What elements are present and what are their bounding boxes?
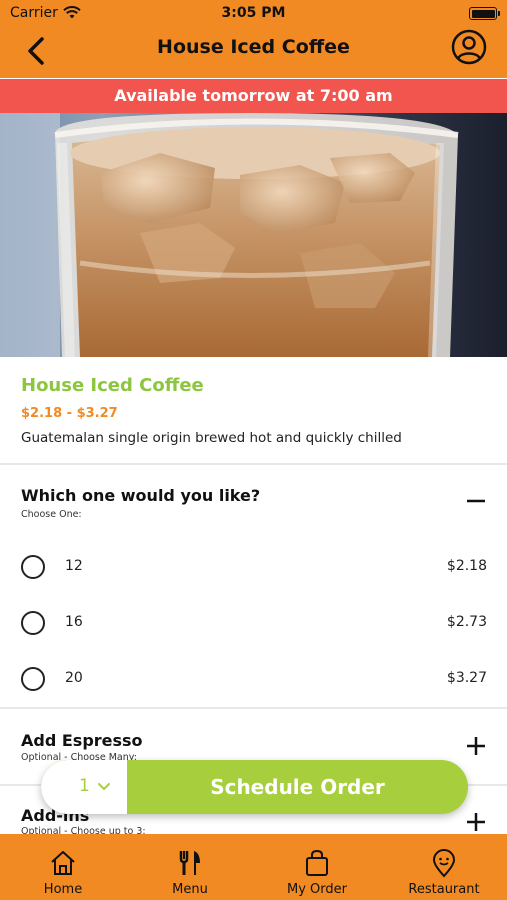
nav-bar: House Iced Coffee — [0, 28, 507, 78]
radio-button[interactable] — [21, 611, 45, 635]
tab-restaurant[interactable]: Restaurant — [381, 834, 507, 900]
tab-label: Restaurant — [408, 882, 480, 897]
schedule-order-button[interactable]: Schedule Order — [127, 775, 468, 799]
product-info: House Iced Coffee $2.18 - $3.27 Guatemal… — [0, 357, 507, 463]
clock: 3:05 PM — [221, 5, 286, 21]
order-bar: 1 Schedule Order — [41, 760, 468, 814]
quantity-value: 1 — [79, 776, 90, 796]
radio-button[interactable] — [21, 555, 45, 579]
location-pin-icon — [432, 849, 456, 878]
page-title: House Iced Coffee — [157, 36, 350, 58]
profile-button[interactable] — [449, 28, 489, 68]
tab-my-order[interactable]: My Order — [254, 834, 380, 900]
status-bar: Carrier 3:05 PM — [0, 0, 507, 28]
quantity-select[interactable]: 1 — [41, 760, 127, 814]
size-price: $2.18 — [446, 558, 487, 574]
home-icon — [51, 851, 75, 875]
product-price-range: $2.18 - $3.27 — [21, 406, 118, 421]
size-group-title: Which one would you like? — [21, 486, 261, 505]
shopping-bag-icon — [306, 849, 328, 876]
tab-home[interactable]: Home — [0, 834, 126, 900]
espresso-group-title: Add Espresso — [21, 731, 143, 750]
tab-label: Home — [43, 882, 83, 897]
radio-button[interactable] — [21, 667, 45, 691]
size-group-subtitle: Choose One: — [21, 509, 82, 520]
battery-icon — [469, 7, 500, 20]
availability-banner: Available tomorrow at 7:00 am — [0, 79, 507, 113]
size-price: $3.27 — [446, 670, 487, 686]
size-option-16[interactable]: 16 $2.73 — [0, 595, 507, 651]
size-option-20[interactable]: 20 $3.27 — [0, 651, 507, 707]
chevron-down-icon — [98, 783, 110, 791]
product-description: Guatemalan single origin brewed hot and … — [21, 430, 402, 446]
minus-icon — [467, 499, 485, 503]
size-price: $2.73 — [446, 614, 487, 630]
product-name: House Iced Coffee — [21, 375, 204, 396]
collapse-size-group-button[interactable] — [465, 490, 487, 512]
tab-bar: Home Menu My Order Restaurant — [0, 834, 507, 900]
expand-espresso-group-button[interactable] — [465, 735, 487, 757]
divider — [0, 463, 507, 465]
size-option-12[interactable]: 12 $2.18 — [0, 539, 507, 595]
plus-icon — [467, 813, 485, 831]
user-circle-icon — [451, 29, 487, 65]
product-image — [0, 113, 507, 357]
tab-menu[interactable]: Menu — [127, 834, 253, 900]
divider — [0, 707, 507, 709]
size-label: 16 — [65, 614, 83, 630]
size-label: 12 — [65, 558, 83, 574]
expand-addins-group-button[interactable] — [465, 811, 487, 833]
fork-knife-icon — [179, 851, 200, 875]
tab-label: Menu — [172, 882, 208, 897]
size-label: 20 — [65, 670, 83, 686]
plus-icon — [467, 737, 485, 755]
tab-label: My Order — [287, 882, 347, 897]
